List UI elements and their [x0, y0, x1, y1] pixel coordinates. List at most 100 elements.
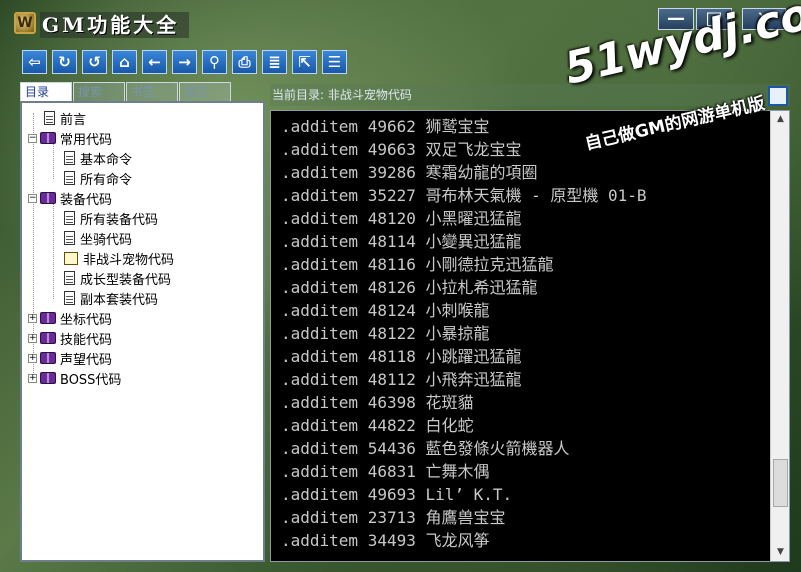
scroll-down-icon[interactable]: ▼: [772, 544, 789, 561]
search-icon: ⚲: [209, 52, 220, 71]
tree-item-label: 装备代码: [60, 192, 113, 208]
exit-button[interactable]: ⇦: [22, 50, 47, 74]
tree-item[interactable]: + 坐标代码: [28, 308, 112, 328]
tree-item-label: 非战斗宠物代码: [83, 252, 175, 268]
tree-connector: [53, 199, 54, 299]
code-line: .additem 48124 小刺喉龍: [281, 301, 490, 320]
tree-item-label: 坐标代码: [60, 312, 113, 328]
page-icon: [64, 231, 75, 245]
arrow-left-icon: ←: [148, 52, 161, 71]
back-refresh-icon: ↺: [88, 52, 101, 71]
note-icon: ≣: [268, 52, 281, 71]
book-icon: [40, 132, 56, 144]
back-refresh-button[interactable]: ↺: [82, 50, 107, 74]
tree-item[interactable]: − 装备代码: [28, 188, 112, 208]
page-icon: [64, 151, 75, 165]
code-line: .additem 49663 双足飞龙宝宝: [281, 140, 522, 159]
tree-item-label: 副本套装代码: [80, 292, 159, 308]
expand-icon[interactable]: +: [28, 333, 37, 343]
tree-item[interactable]: 成长型装备代码: [64, 268, 171, 288]
open-book-icon: [64, 251, 78, 265]
tree-item[interactable]: 基本命令: [64, 148, 132, 168]
code-line: .additem 48120 小黑曜迅猛龍: [281, 209, 522, 228]
app-logo-icon: W: [14, 12, 36, 34]
tree-item-label: 前言: [60, 112, 87, 128]
export-icon: ⇱: [298, 52, 311, 71]
tree-item-label: 坐骑代码: [80, 232, 133, 248]
tree-item[interactable]: 非战斗宠物代码: [64, 248, 174, 268]
code-line: .additem 48116 小剛德拉克迅猛龍: [281, 255, 554, 274]
tree-item-label: 声望代码: [60, 352, 113, 368]
tab-bookmarks[interactable]: 书签: [126, 82, 178, 101]
book-icon: [40, 192, 56, 204]
page-icon: [64, 171, 75, 185]
expand-icon[interactable]: +: [28, 373, 37, 383]
code-line: .additem 48114 小變異迅猛龍: [281, 232, 522, 251]
book-icon: [40, 312, 56, 324]
code-line: .additem 34493 飞龙风筝: [281, 531, 490, 550]
code-line: .additem 48112 小飛奔迅猛龍: [281, 370, 522, 389]
refresh-button[interactable]: ↻: [52, 50, 77, 74]
code-line: .additem 54436 藍色發條火箭機器人: [281, 439, 570, 458]
home-icon: ⌂: [119, 52, 130, 71]
exit-icon: ⇦: [28, 52, 41, 71]
code-viewer: .additem 49662 狮鹫宝宝 .additem 49663 双足飞龙宝宝…: [270, 110, 790, 562]
book-icon: [40, 352, 56, 364]
search-button[interactable]: ⚲: [202, 50, 227, 74]
code-line: .additem 48118 小跳躍迅猛龍: [281, 347, 522, 366]
code-line: .additem 46398 花斑貓: [281, 393, 474, 412]
home-button[interactable]: ⌂: [112, 50, 137, 74]
tree-item-label: 基本命令: [80, 152, 133, 168]
collapse-icon[interactable]: −: [28, 133, 37, 143]
tree-item-label: 成长型装备代码: [80, 272, 172, 288]
code-line: .additem 44822 白化蛇: [281, 416, 474, 435]
tab-contents[interactable]: 目录: [20, 82, 72, 102]
code-line: .additem 49693 Lil’ K.T.: [281, 485, 513, 504]
tree-item-label: BOSS代码: [60, 372, 122, 388]
print-icon: ⎙: [238, 52, 251, 71]
tree-item[interactable]: 所有装备代码: [64, 208, 158, 228]
page-icon: [64, 211, 75, 225]
code-line: .additem 48126 小拉札希迅猛龍: [281, 278, 538, 297]
tree-item-label: 所有装备代码: [80, 212, 159, 228]
arrow-right-button[interactable]: →: [172, 50, 197, 74]
print-button[interactable]: ⎙: [232, 50, 257, 74]
toolbar: ⇦ ↻ ↺ ⌂ ← → ⚲ ⎙ ≣ ⇱ ☰: [22, 50, 347, 74]
book-icon: [40, 372, 56, 384]
tree-item-label: 所有命令: [80, 172, 133, 188]
code-scrollbar[interactable]: ▲ ▼: [770, 111, 789, 561]
tab-search[interactable]: 搜索: [73, 82, 125, 101]
code-line: .additem 48122 小暴掠龍: [281, 324, 490, 343]
tree-item-label: 常用代码: [60, 132, 113, 148]
tree-item[interactable]: + BOSS代码: [28, 368, 121, 388]
tree-item[interactable]: − 常用代码: [28, 128, 112, 148]
expand-icon[interactable]: +: [28, 313, 37, 323]
collapse-icon[interactable]: −: [28, 193, 37, 203]
tab-index[interactable]: 索引: [179, 82, 231, 101]
scroll-thumb[interactable]: [773, 459, 788, 508]
left-tab-strip: 目录 搜索 书签 索引: [20, 82, 232, 102]
refresh-icon: ↻: [58, 52, 71, 71]
restore-view-icon[interactable]: [768, 86, 788, 106]
document-icon: ☰: [327, 52, 342, 71]
document-button[interactable]: ☰: [322, 50, 347, 74]
export-button[interactable]: ⇱: [292, 50, 317, 74]
tree-item[interactable]: 坐骑代码: [64, 228, 132, 248]
tree-item[interactable]: + 声望代码: [28, 348, 112, 368]
expand-icon[interactable]: +: [28, 353, 37, 363]
tree-item[interactable]: 副本套装代码: [64, 288, 158, 308]
tree-item-label: 技能代码: [60, 332, 113, 348]
code-line: .additem 46831 亡舞木偶: [281, 462, 490, 481]
window-title: GM功能大全: [40, 12, 190, 38]
tree-item[interactable]: + 技能代码: [28, 328, 112, 348]
code-line: .additem 39286 寒霜幼龍的項圈: [281, 163, 538, 182]
code-line: .additem 23713 角鷹兽宝宝: [281, 508, 506, 527]
arrow-left-button[interactable]: ←: [142, 50, 167, 74]
page-icon: [64, 291, 75, 305]
book-icon: [40, 332, 56, 344]
scroll-up-icon[interactable]: ▲: [772, 111, 789, 128]
note-button[interactable]: ≣: [262, 50, 287, 74]
code-line: .additem 35227 哥布林天氣機 - 原型機 01-B: [281, 186, 647, 205]
tree-item[interactable]: 所有命令: [64, 168, 132, 188]
tree-item[interactable]: 前言: [44, 108, 86, 128]
